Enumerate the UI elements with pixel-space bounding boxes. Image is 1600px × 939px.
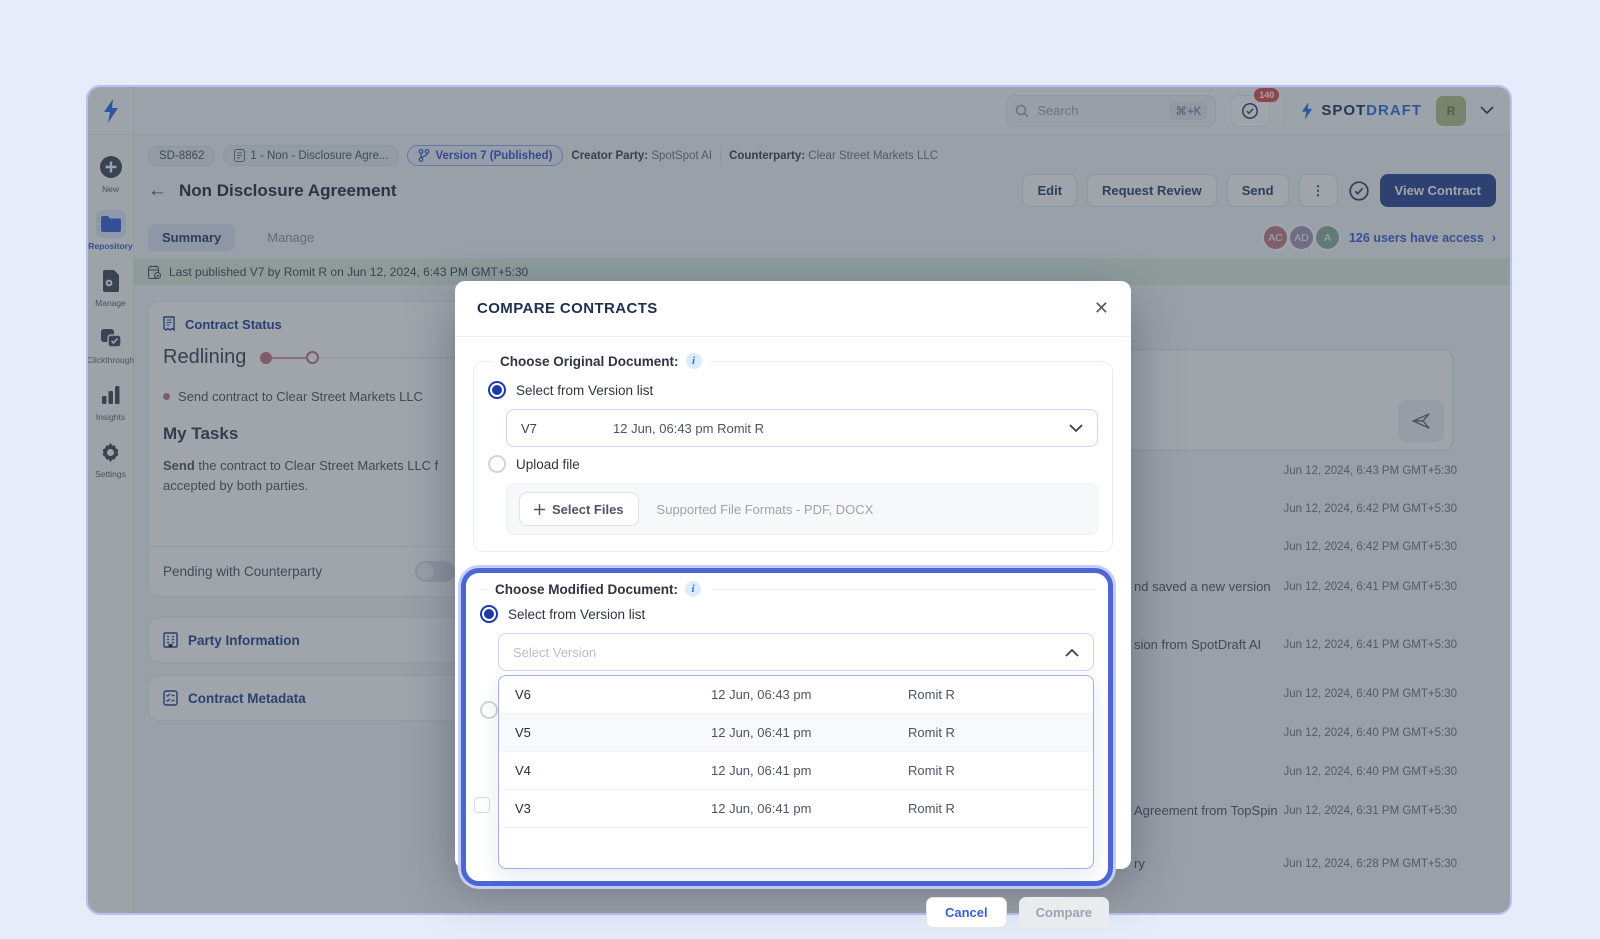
version-option-v3[interactable]: V3 12 Jun, 06:41 pm Romit R (499, 790, 1093, 828)
radio-selected-icon[interactable] (480, 605, 498, 623)
select-version-placeholder: Select Version (513, 644, 597, 660)
hidden-upload-radio[interactable] (480, 701, 498, 719)
info-icon[interactable]: i (685, 581, 701, 597)
close-icon[interactable]: ✕ (1094, 298, 1109, 319)
plus-icon (534, 503, 545, 515)
selected-version: V7 (521, 420, 537, 436)
version-option-v5[interactable]: V5 12 Jun, 06:41 pm Romit R (499, 714, 1093, 752)
select-files-button[interactable]: Select Files (519, 492, 639, 526)
compare-contracts-modal: COMPARE CONTRACTS ✕ Choose Original Docu… (455, 281, 1131, 928)
selected-version-meta: 12 Jun, 06:43 pm Romit R (613, 420, 765, 436)
cancel-button[interactable]: Cancel (926, 897, 1007, 928)
modified-version-select[interactable]: Select Version (498, 633, 1094, 671)
compare-button[interactable]: Compare (1018, 897, 1109, 928)
modified-legend: Choose Modified Document: (495, 581, 678, 597)
upload-panel: Select Files Supported File Formats - PD… (506, 483, 1098, 535)
version-option-v4[interactable]: V4 12 Jun, 06:41 pm Romit R (499, 752, 1093, 790)
version-option-v6[interactable]: V6 12 Jun, 06:43 pm Romit R (499, 676, 1093, 714)
original-legend: Choose Original Document: (500, 353, 679, 369)
checkbox-icon[interactable] (474, 797, 490, 813)
radio-unselected-icon[interactable] (488, 455, 506, 473)
chevron-down-icon (1069, 423, 1083, 432)
radio-selected-icon[interactable] (488, 381, 506, 399)
modal-title: COMPARE CONTRACTS (477, 300, 658, 317)
chevron-up-icon (1065, 648, 1079, 657)
info-icon[interactable]: i (685, 353, 702, 369)
original-upload-option[interactable]: Upload file (488, 455, 1098, 473)
version-dropdown-list: V6 12 Jun, 06:43 pm Romit R V5 12 Jun, 0… (498, 675, 1094, 869)
modified-document-section-highlighted: Choose Modified Document: i Select from … (461, 568, 1113, 886)
supported-formats-hint: Supported File Formats - PDF, DOCX (656, 501, 874, 517)
original-version-list-option[interactable]: Select from Version list (488, 381, 1098, 399)
modified-version-list-option[interactable]: Select from Version list (480, 605, 1094, 623)
original-version-select[interactable]: V7 12 Jun, 06:43 pm Romit R (506, 409, 1098, 447)
original-document-section: Choose Original Document: i Select from V… (473, 353, 1113, 552)
